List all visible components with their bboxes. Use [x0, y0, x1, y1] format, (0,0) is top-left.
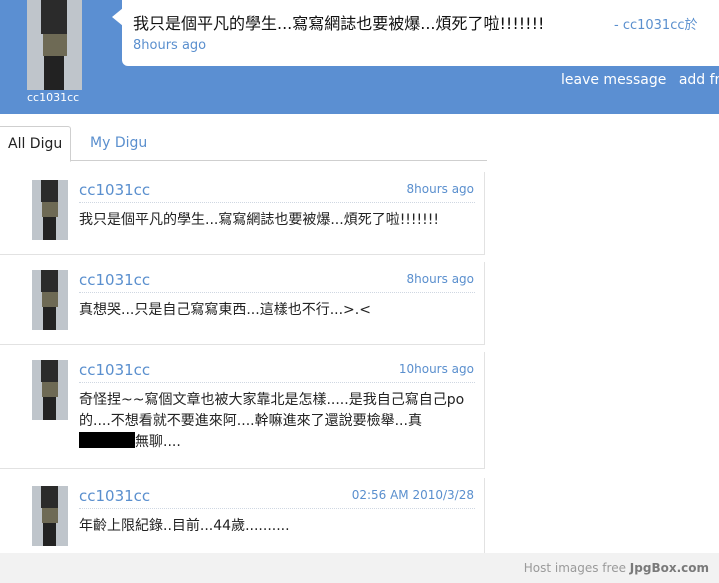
feed-item-message-part: 無聊.... [135, 434, 181, 450]
avatar[interactable] [32, 486, 68, 546]
feed-item-divider [79, 292, 475, 293]
feed-item: cc1031cc 02:56 AM 2010/3/28 年齡上限紀錄..目前..… [0, 478, 485, 561]
latest-status-time: 8hours ago [133, 38, 207, 53]
feed-item-user[interactable]: cc1031cc [79, 361, 150, 379]
feed-item-user[interactable]: cc1031cc [79, 487, 150, 505]
profile-avatar[interactable] [27, 0, 82, 90]
latest-status-text: 我只是個平凡的學生...寫寫網誌也要被爆...煩死了啦!!!!!!! [133, 14, 545, 33]
header-links: leave message add fri [561, 72, 719, 88]
feed-item-user[interactable]: cc1031cc [79, 181, 150, 199]
footer-credit: Host images free JpgBox.com [524, 561, 709, 575]
avatar[interactable] [32, 270, 68, 330]
latest-status-author[interactable]: - cc1031cc於 [614, 14, 698, 33]
leave-message-link[interactable]: leave message [561, 72, 666, 88]
feed-item-message-part: 奇怪捏~~寫個文章也被大家靠北是怎樣.....是我自己寫自己po的....不想看… [79, 392, 465, 429]
feed-item-divider [79, 508, 475, 509]
feed-item-message: 奇怪捏~~寫個文章也被大家靠北是怎樣.....是我自己寫自己po的....不想看… [79, 390, 475, 453]
feed-item-user[interactable]: cc1031cc [79, 271, 150, 289]
tab-my-digu[interactable]: My Digu [82, 126, 155, 160]
feed-item: cc1031cc 10hours ago 奇怪捏~~寫個文章也被大家靠北是怎樣.… [0, 352, 485, 469]
feed-item: cc1031cc 8hours ago 真想哭...只是自己寫寫東西...這樣也… [0, 262, 485, 345]
footer-text: Host images free [523, 561, 626, 575]
feed-item: cc1031cc 8hours ago 我只是個平凡的學生...寫寫網誌也要被爆… [0, 172, 485, 255]
feed-item-divider [79, 382, 475, 383]
feed-item-time[interactable]: 02:56 AM 2010/3/28 [352, 488, 474, 502]
tab-bar: All Digu My Digu [0, 126, 487, 162]
avatar[interactable] [32, 360, 68, 420]
feed-item-message: 我只是個平凡的學生...寫寫網誌也要被爆...煩死了啦!!!!!!! [79, 212, 439, 228]
feed-item-time[interactable]: 8hours ago [407, 272, 475, 286]
feed-item-message: 年齡上限紀錄..目前...44歲.......... [79, 518, 290, 534]
redaction-bar [79, 432, 135, 448]
footer-brand-link[interactable]: JpgBox.com [630, 561, 709, 575]
feed-item-time[interactable]: 8hours ago [407, 182, 475, 196]
add-friend-link[interactable]: add fri [679, 72, 719, 88]
feed-item-message: 真想哭...只是自己寫寫東西...這樣也不行...>.< [79, 302, 371, 318]
avatar[interactable] [32, 180, 68, 240]
tab-all-digu[interactable]: All Digu [0, 126, 72, 162]
feed-item-time[interactable]: 10hours ago [399, 362, 474, 376]
feed-item-divider [79, 202, 475, 203]
profile-name[interactable]: cc1031cc [27, 91, 87, 104]
image-host-footer: Host images free JpgBox.com [0, 553, 719, 583]
